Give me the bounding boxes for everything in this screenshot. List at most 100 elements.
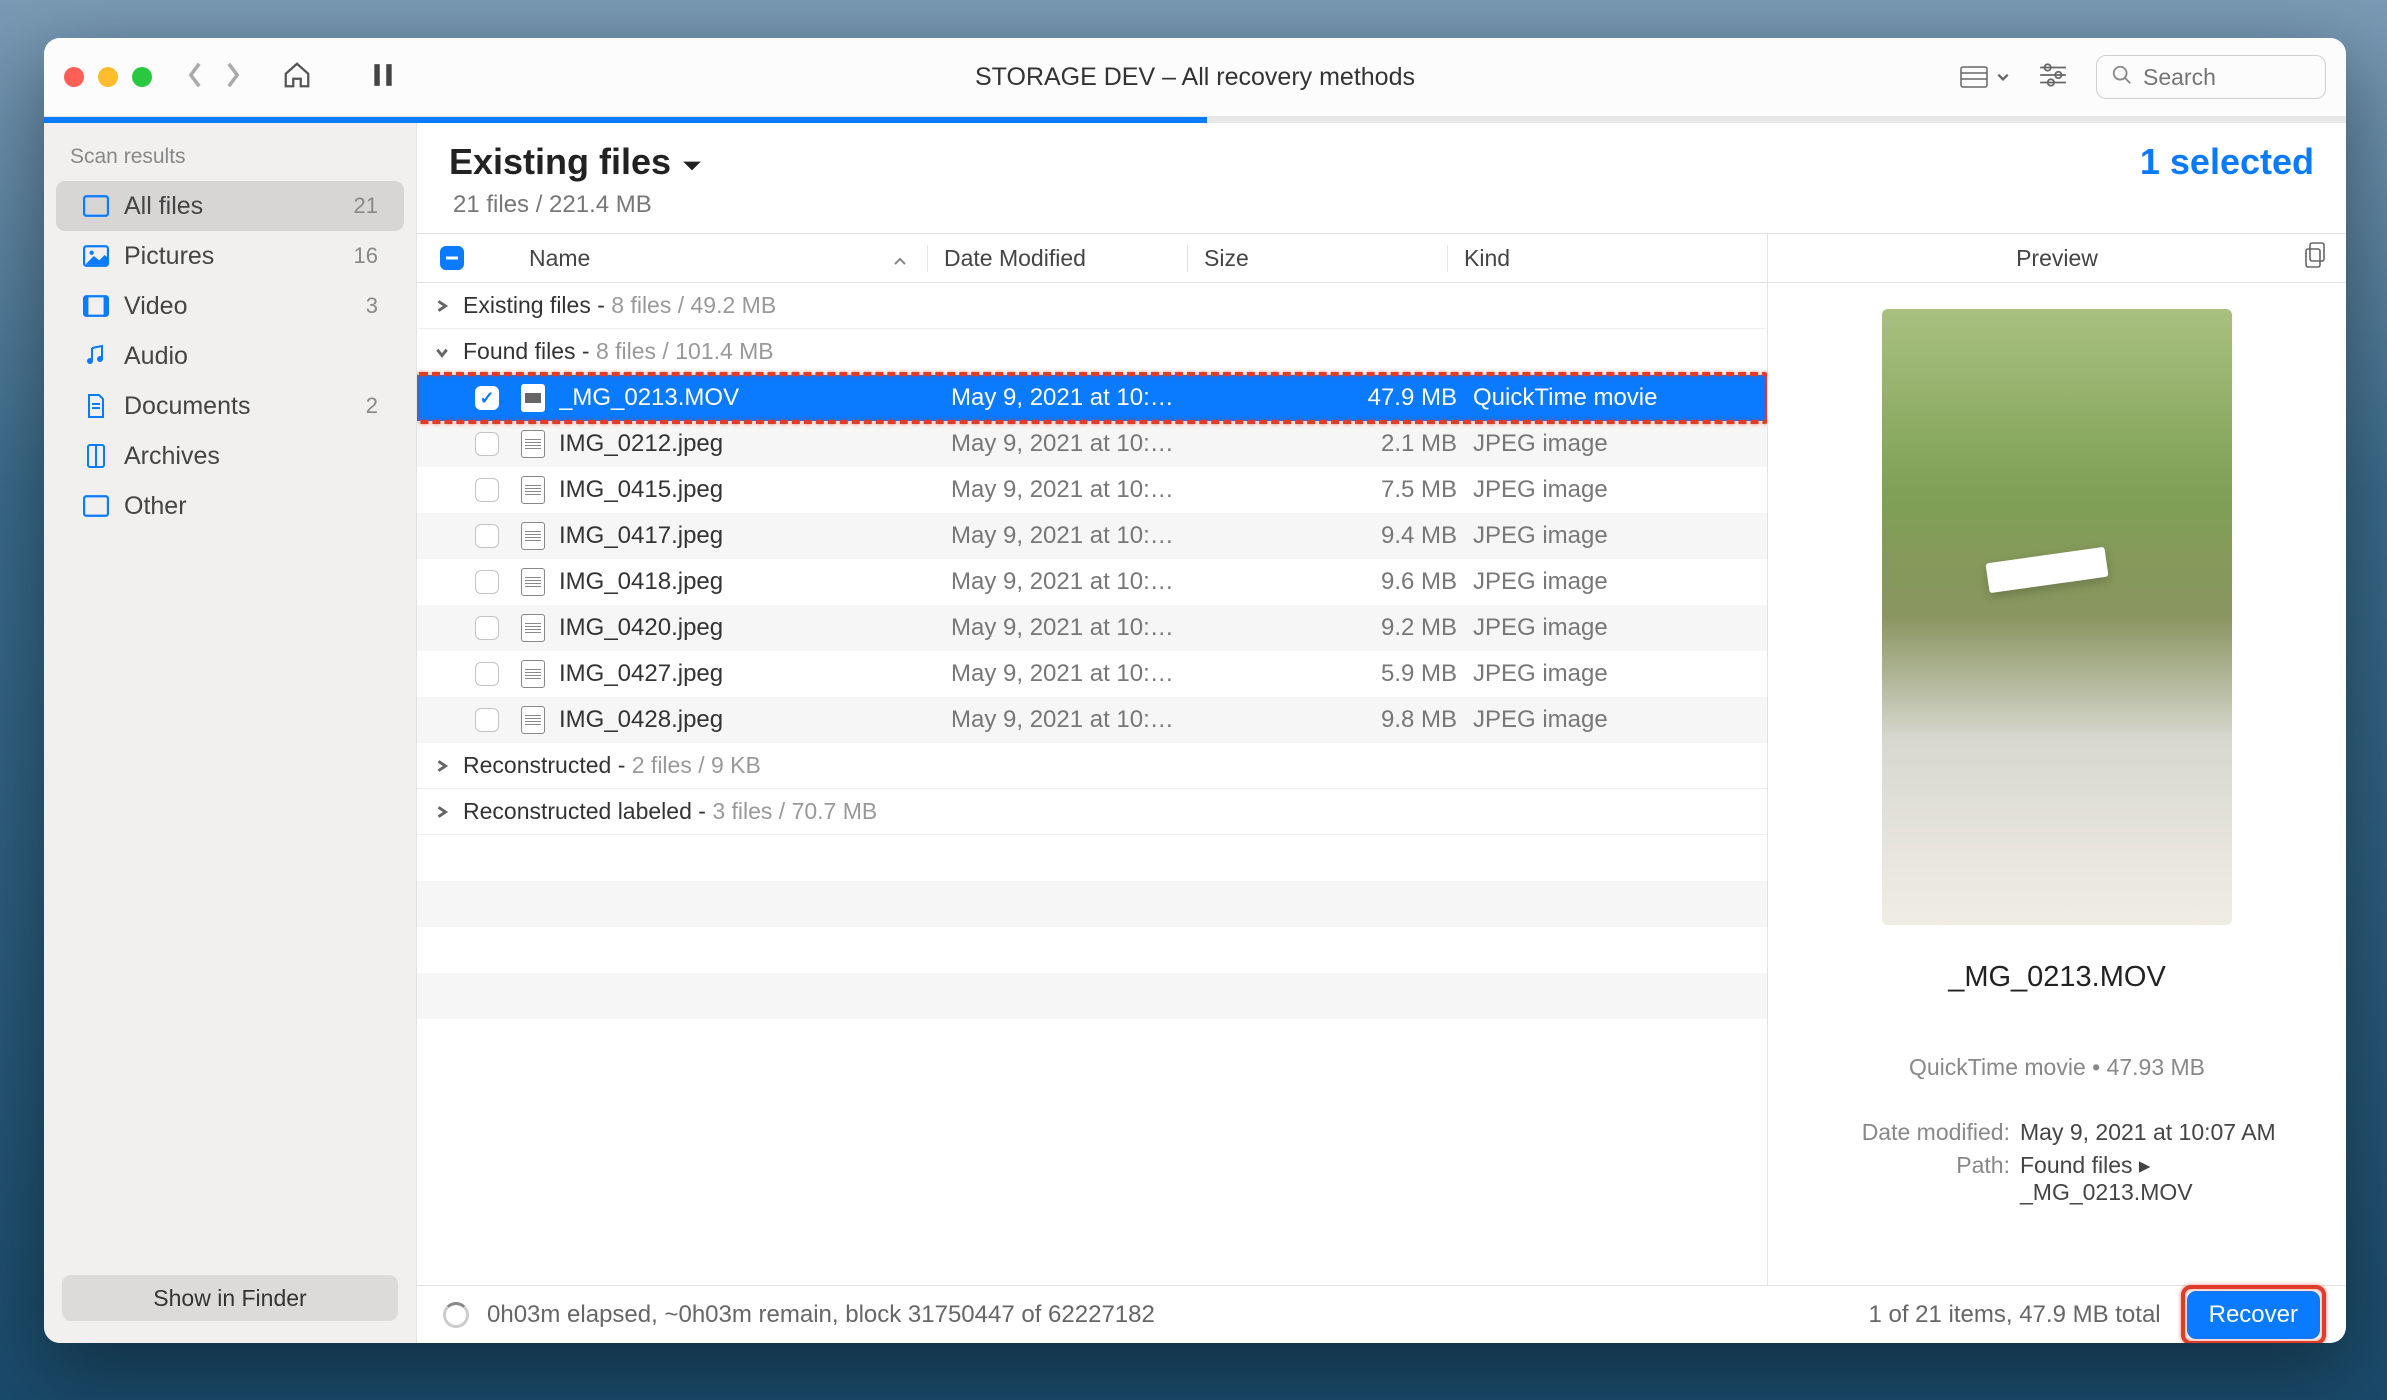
row-checkbox[interactable] [467,662,507,686]
other-icon [82,494,110,518]
select-all-checkbox[interactable] [417,246,487,270]
group-row-reconstructed[interactable]: Reconstructed - 2 files / 9 KB [417,743,1767,789]
pictures-icon [82,244,110,268]
recover-button[interactable]: Recover [2187,1291,2320,1339]
video-icon [82,294,110,318]
group-label: Reconstructed - [463,752,625,779]
file-size: 2.1 MB [1211,430,1469,458]
row-checkbox[interactable] [467,386,507,410]
column-header-size[interactable]: Size [1187,245,1447,272]
preview-path-value: Found files ▸ _MG_0213.MOV [2020,1152,2314,1206]
sidebar-item-label: Video [124,292,188,321]
file-kind: JPEG image [1469,614,1767,642]
file-row[interactable]: IMG_0428.jpegMay 9, 2021 at 10:…9.8 MBJP… [417,697,1767,743]
row-checkbox[interactable] [467,708,507,732]
file-row[interactable]: IMG_0417.jpegMay 9, 2021 at 10:…9.4 MBJP… [417,513,1767,559]
traffic-lights [64,67,152,87]
file-name: IMG_0212.jpeg [559,430,951,458]
group-label: Existing files - [463,292,605,319]
copy-icon[interactable] [2304,242,2326,274]
preview-path-label: Path: [1800,1152,2010,1206]
file-date: May 9, 2021 at 10:… [951,384,1211,412]
row-checkbox[interactable] [467,616,507,640]
file-kind: JPEG image [1469,430,1767,458]
forward-button[interactable] [224,61,242,94]
sidebar-item-all-files[interactable]: All files 21 [56,181,404,231]
file-date: May 9, 2021 at 10:… [951,706,1211,734]
file-row[interactable]: IMG_0427.jpegMay 9, 2021 at 10:…5.9 MBJP… [417,651,1767,697]
file-name: IMG_0420.jpeg [559,614,951,642]
close-button[interactable] [64,67,84,87]
file-type-icon [507,660,559,688]
home-button[interactable] [282,60,312,95]
file-name: IMG_0427.jpeg [559,660,951,688]
sidebar-item-other[interactable]: Other [56,481,404,531]
sidebar-item-label: All files [124,192,203,221]
search-input[interactable] [2143,64,2346,91]
spinner-icon [443,1302,469,1328]
sidebar-item-documents[interactable]: Documents 2 [56,381,404,431]
preview-thumbnail[interactable] [1882,309,2232,925]
sidebar-item-count: 3 [366,293,378,319]
file-type-icon [507,430,559,458]
file-row[interactable]: IMG_0415.jpegMay 9, 2021 at 10:…7.5 MBJP… [417,467,1767,513]
file-type-icon [507,384,559,412]
column-header-kind[interactable]: Kind [1447,245,1767,272]
pause-button[interactable] [372,62,394,93]
main-title[interactable]: Existing files [449,141,703,183]
file-row[interactable]: IMG_0420.jpegMay 9, 2021 at 10:…9.2 MBJP… [417,605,1767,651]
file-date: May 9, 2021 at 10:… [951,568,1211,596]
file-type-icon [507,706,559,734]
row-checkbox[interactable] [467,570,507,594]
show-in-finder-button[interactable]: Show in Finder [62,1275,398,1321]
sidebar-item-archives[interactable]: Archives [56,431,404,481]
app-window: STORAGE DEV – All recovery methods Scan … [44,38,2346,1343]
row-checkbox[interactable] [467,432,507,456]
sidebar: Scan results All files 21 Pictures 16 Vi… [44,123,416,1343]
group-row-reconstructed-labeled[interactable]: Reconstructed labeled - 3 files / 70.7 M… [417,789,1767,835]
sidebar-item-label: Archives [124,442,220,471]
maximize-button[interactable] [132,67,152,87]
sidebar-item-audio[interactable]: Audio [56,331,404,381]
group-row-found[interactable]: Found files - 8 files / 101.4 MB [417,329,1767,375]
main-panel: Existing files 1 selected 21 files / 221… [416,123,2346,1343]
view-mode-button[interactable] [1960,66,2010,88]
back-button[interactable] [186,61,204,94]
sidebar-item-count: 2 [366,393,378,419]
column-header-date[interactable]: Date Modified [927,245,1187,272]
file-name: IMG_0417.jpeg [559,522,951,550]
sidebar-item-count: 16 [354,243,378,269]
settings-button[interactable] [2038,62,2068,93]
file-kind: JPEG image [1469,476,1767,504]
row-checkbox[interactable] [467,524,507,548]
sidebar-item-pictures[interactable]: Pictures 16 [56,231,404,281]
file-size: 47.9 MB [1211,384,1469,412]
preview-filename: _MG_0213.MOV [1948,961,2166,994]
scan-status: 0h03m elapsed, ~0h03m remain, block 3175… [487,1301,1155,1329]
file-row[interactable]: _MG_0213.MOV May 9, 2021 at 10:… 47.9 MB… [417,375,1767,421]
table-body: Existing files - 8 files / 49.2 MB Found… [417,283,1767,1285]
file-size: 7.5 MB [1211,476,1469,504]
selected-count: 1 selected [2140,141,2314,183]
footer: 0h03m elapsed, ~0h03m remain, block 3175… [417,1285,2346,1343]
preview-date-label: Date modified: [1800,1119,2010,1146]
group-label: Reconstructed labeled - [463,798,706,825]
documents-icon [82,394,110,418]
group-row-existing[interactable]: Existing files - 8 files / 49.2 MB [417,283,1767,329]
toolbar: STORAGE DEV – All recovery methods [44,38,2346,117]
file-type-icon [507,522,559,550]
all-files-icon [82,194,110,218]
group-meta: 2 files / 9 KB [632,752,761,779]
search-box[interactable] [2096,55,2326,99]
row-checkbox[interactable] [467,478,507,502]
sidebar-item-label: Documents [124,392,250,421]
group-meta: 3 files / 70.7 MB [712,798,877,825]
column-header-name[interactable]: Name [487,245,927,272]
search-icon [2111,64,2133,91]
file-size: 5.9 MB [1211,660,1469,688]
sidebar-item-video[interactable]: Video 3 [56,281,404,331]
file-row[interactable]: IMG_0212.jpegMay 9, 2021 at 10:…2.1 MBJP… [417,421,1767,467]
minimize-button[interactable] [98,67,118,87]
file-row[interactable]: IMG_0418.jpegMay 9, 2021 at 10:…9.6 MBJP… [417,559,1767,605]
file-date: May 9, 2021 at 10:… [951,614,1211,642]
